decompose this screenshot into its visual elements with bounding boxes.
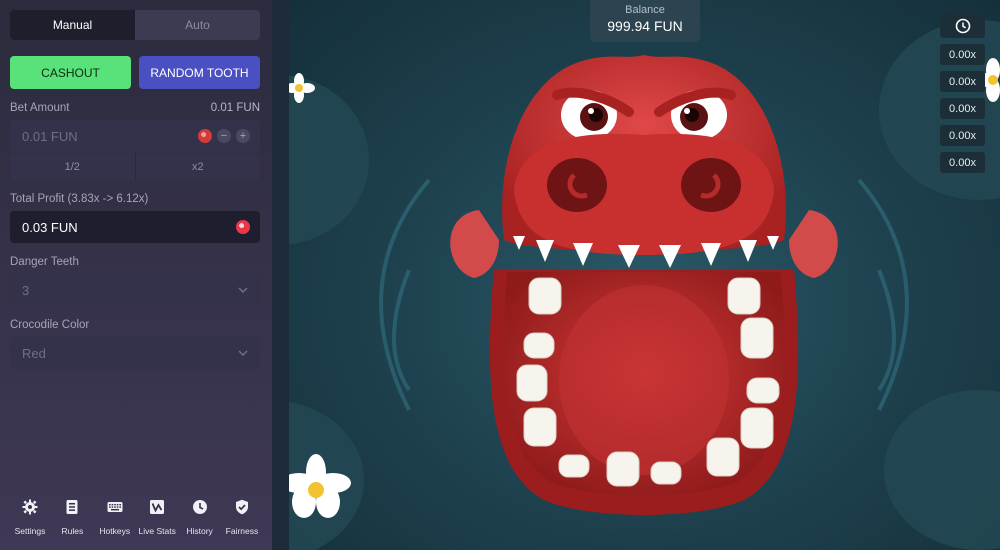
history-toggle-button[interactable] bbox=[940, 14, 985, 38]
coin-icon bbox=[198, 129, 212, 143]
minus-icon[interactable]: − bbox=[217, 129, 231, 143]
tab-manual[interactable]: Manual bbox=[10, 10, 135, 40]
danger-teeth-value: 3 bbox=[22, 282, 30, 298]
stats-icon bbox=[150, 500, 165, 514]
double-bet-button[interactable]: x2 bbox=[134, 153, 261, 180]
tab-auto[interactable]: Auto bbox=[135, 10, 260, 40]
mode-tabs: Manual Auto bbox=[10, 10, 260, 40]
footer-toolbar: Settings Rules Hotkeys Live Stats Histor… bbox=[10, 499, 262, 536]
random-tooth-button[interactable]: RANDOM TOOTH bbox=[139, 56, 260, 89]
fairness-label: Fairness bbox=[225, 526, 259, 536]
total-profit-value: 0.03 FUN bbox=[22, 219, 78, 235]
bet-amount-input[interactable]: 0.01 FUN − + bbox=[10, 120, 260, 152]
multiplier-badge: 0.00x bbox=[940, 125, 985, 146]
balance-display: Balance 999.94 FUN bbox=[590, 0, 700, 42]
multiplier-badge: 0.00x bbox=[940, 71, 985, 92]
settings-label: Settings bbox=[14, 526, 46, 536]
crocodile-scene bbox=[289, 20, 1000, 550]
history-button[interactable]: History bbox=[180, 499, 220, 536]
crocodile-head bbox=[502, 55, 786, 255]
live-stats-label: Live Stats bbox=[138, 526, 176, 536]
multiplier-badge: 0.00x bbox=[940, 152, 985, 173]
control-panel: Manual Auto CASHOUT RANDOM TOOTH Bet Amo… bbox=[0, 0, 272, 550]
danger-teeth-select[interactable]: 3 bbox=[10, 274, 260, 306]
bet-amount-value: 0.01 FUN bbox=[22, 128, 78, 144]
multiplier-badge: 0.00x bbox=[940, 98, 985, 119]
total-profit-label: Total Profit (3.83x -> 6.12x) bbox=[10, 193, 149, 205]
history-label: History bbox=[186, 526, 213, 536]
settings-button[interactable]: Settings bbox=[10, 499, 50, 536]
clock-icon bbox=[955, 18, 970, 34]
live-stats-button[interactable]: Live Stats bbox=[137, 499, 177, 536]
chevron-down-icon bbox=[238, 287, 248, 293]
crocodile-color-value: Red bbox=[22, 345, 46, 361]
plus-icon[interactable]: + bbox=[236, 129, 250, 143]
bet-amount-display: 0.01 FUN bbox=[210, 102, 260, 114]
multiplier-badge: 0.00x bbox=[940, 44, 985, 65]
balance-value: 999.94 FUN bbox=[607, 18, 683, 34]
shield-check-icon bbox=[235, 499, 248, 515]
hotkeys-label: Hotkeys bbox=[99, 526, 131, 536]
fairness-button[interactable]: Fairness bbox=[222, 499, 262, 536]
cashout-button[interactable]: CASHOUT bbox=[10, 56, 131, 89]
crocodile-color-label: Crocodile Color bbox=[10, 319, 90, 331]
rules-label: Rules bbox=[61, 526, 84, 536]
danger-teeth-label: Danger Teeth bbox=[10, 256, 79, 268]
coin-icon bbox=[236, 220, 250, 234]
chevron-down-icon bbox=[238, 350, 248, 356]
clock-icon bbox=[192, 500, 207, 514]
bet-amount-label: Bet Amount bbox=[10, 102, 70, 114]
document-icon bbox=[66, 500, 78, 514]
hotkeys-button[interactable]: Hotkeys bbox=[95, 499, 135, 536]
rules-button[interactable]: Rules bbox=[52, 499, 92, 536]
game-area: Balance 999.94 FUN 0.00x 0.00x 0.00x 0.0… bbox=[289, 0, 1000, 550]
half-bet-button[interactable]: 1/2 bbox=[10, 153, 135, 180]
multiplier-history: 0.00x 0.00x 0.00x 0.00x 0.00x bbox=[940, 14, 985, 173]
balance-label: Balance bbox=[625, 4, 665, 16]
crocodile-color-select[interactable]: Red bbox=[10, 337, 260, 369]
gear-icon bbox=[22, 499, 38, 515]
total-profit-field: 0.03 FUN bbox=[10, 211, 260, 243]
keyboard-icon bbox=[107, 502, 123, 512]
